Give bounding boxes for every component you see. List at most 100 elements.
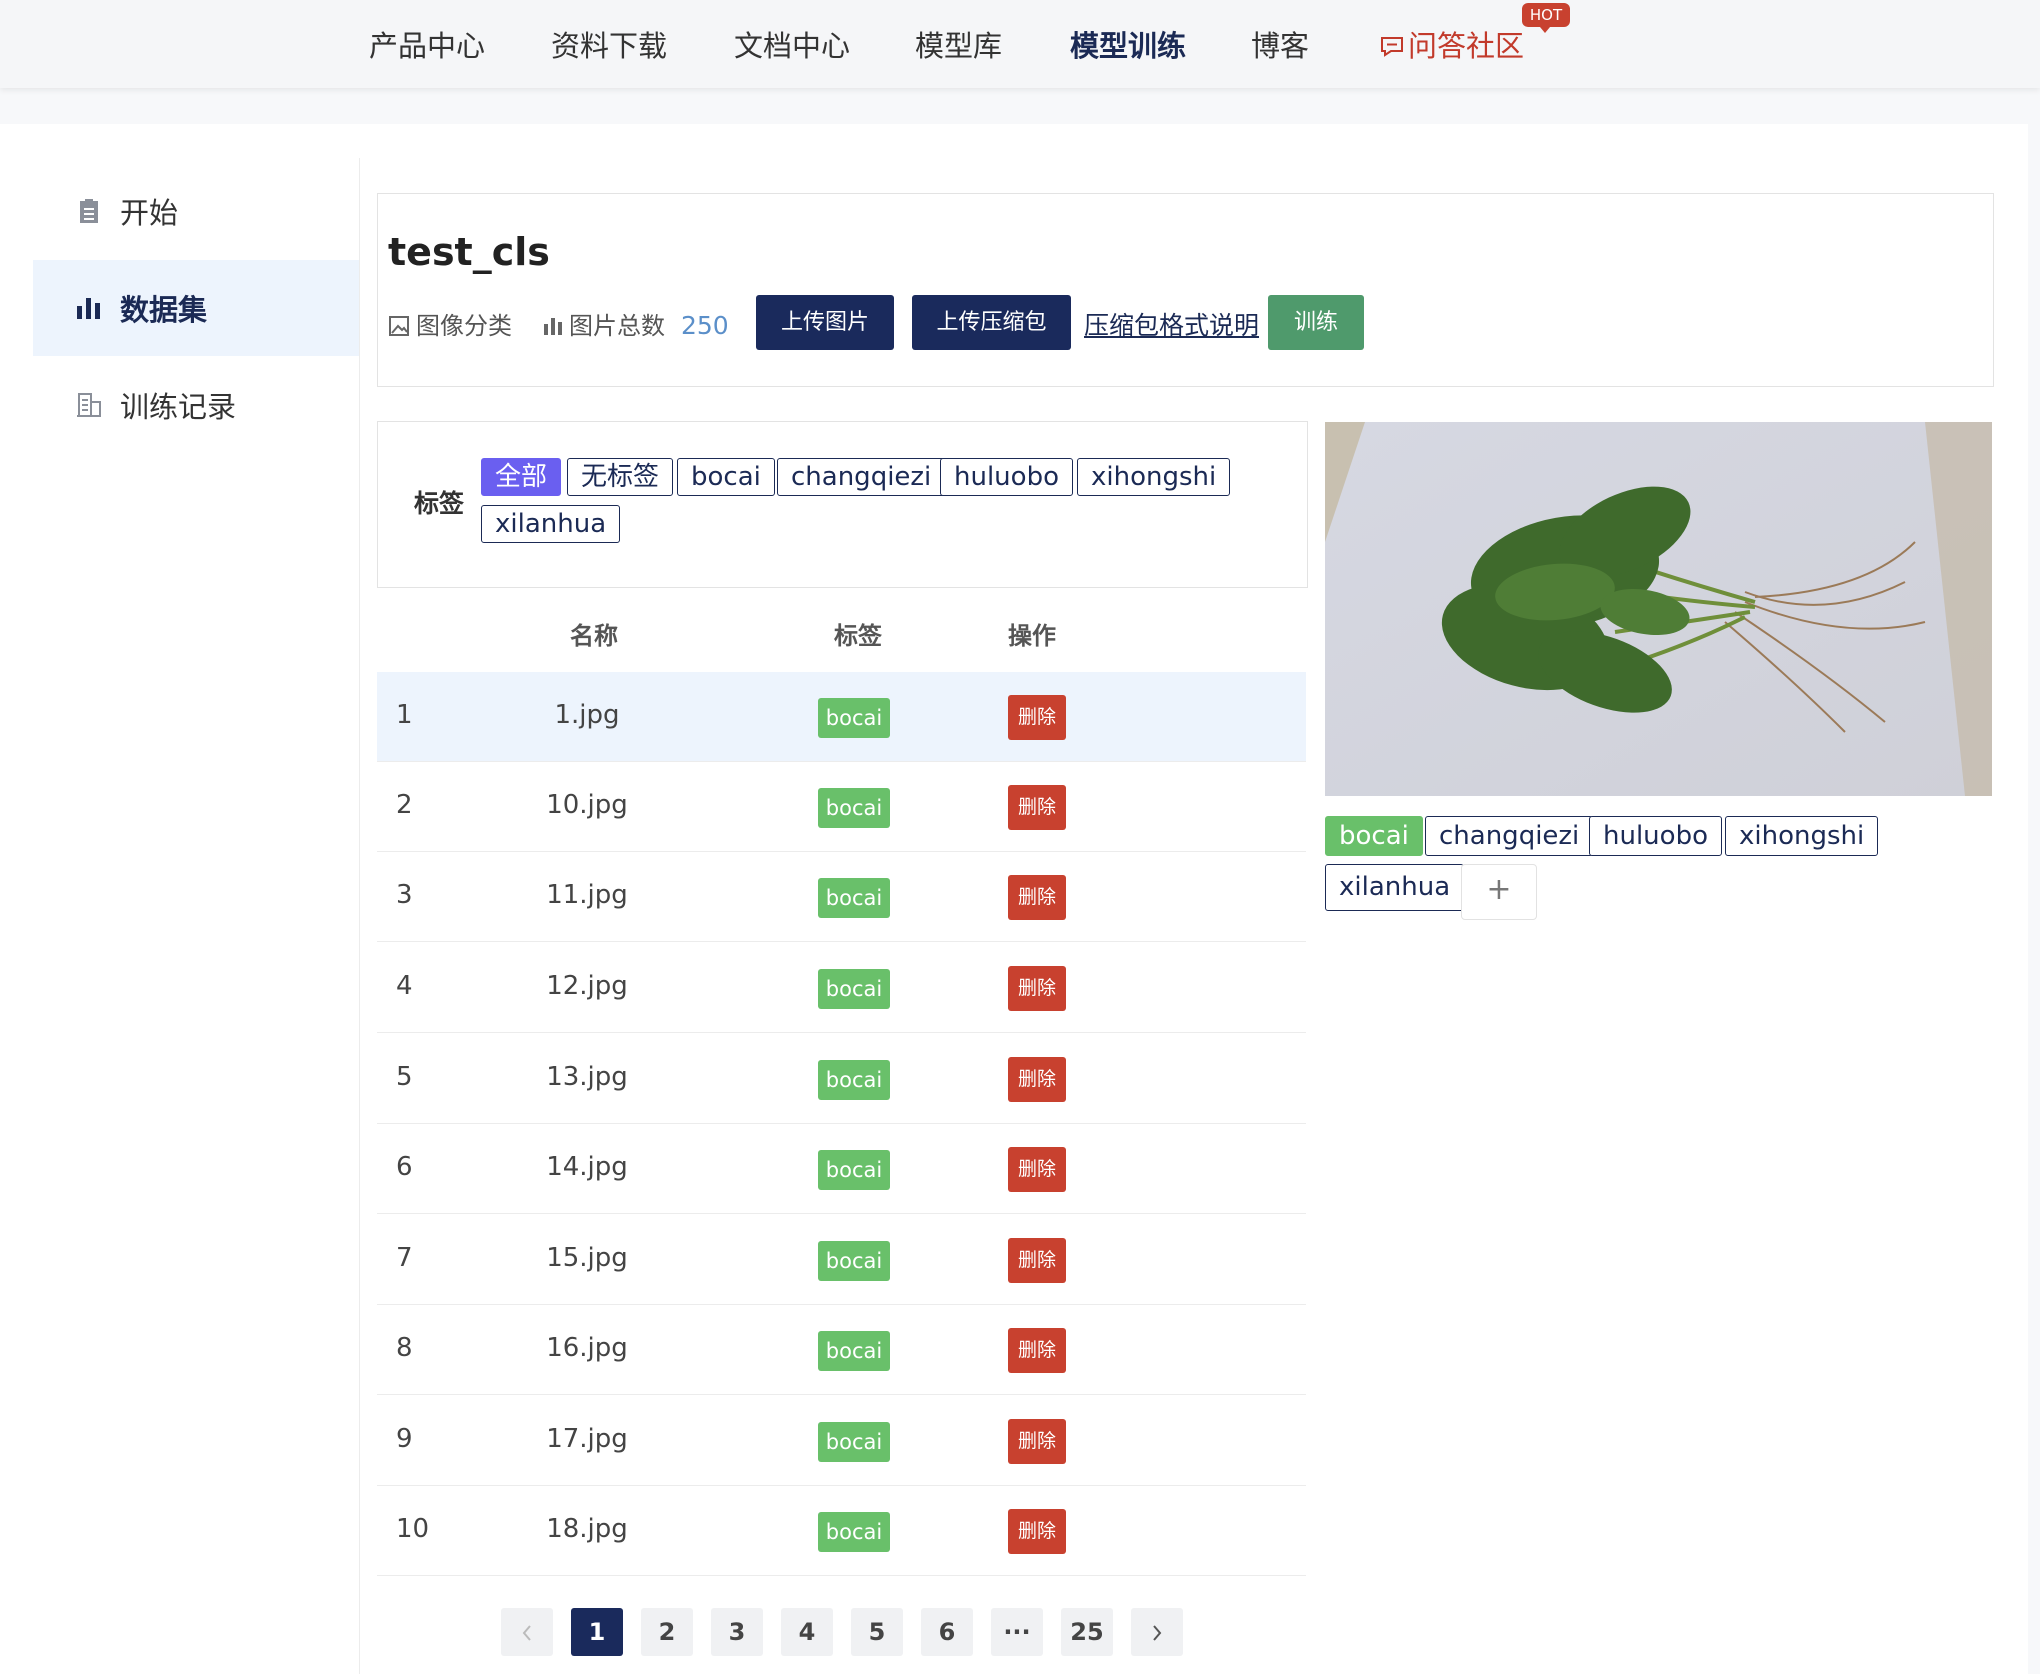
row-index: 9 bbox=[396, 1424, 413, 1454]
column-header-action: 操作 bbox=[1008, 622, 1056, 650]
preview-tag-changqiezi[interactable]: changqiezi bbox=[1425, 816, 1594, 856]
row-index: 8 bbox=[396, 1333, 413, 1363]
delete-button[interactable]: 删除 bbox=[1008, 966, 1066, 1011]
building-icon bbox=[76, 392, 102, 418]
nav-item-downloads[interactable]: 资料下载 bbox=[551, 26, 667, 66]
chevron-left-icon bbox=[522, 1625, 531, 1641]
row-filename: 1.jpg bbox=[554, 700, 620, 730]
preview-tag-huluobo[interactable]: huluobo bbox=[1589, 816, 1722, 856]
filter-chip-huluobo[interactable]: huluobo bbox=[940, 458, 1073, 496]
preview-tag-xihongshi[interactable]: xihongshi bbox=[1725, 816, 1879, 856]
tag-filter-label: 标签 bbox=[414, 489, 465, 518]
tag-filter-panel: 标签 全部 无标签 bocai changqiezi huluobo xihon… bbox=[377, 421, 1308, 588]
dataset-total-label: 图片总数 bbox=[569, 312, 665, 340]
delete-button[interactable]: 删除 bbox=[1008, 785, 1066, 830]
table-row[interactable]: 2 10.jpg bocai 删除 bbox=[377, 762, 1306, 852]
nav-item-docs[interactable]: 文档中心 bbox=[734, 26, 850, 66]
upload-images-button[interactable]: 上传图片 bbox=[756, 295, 894, 350]
column-header-name: 名称 bbox=[570, 622, 618, 650]
delete-button[interactable]: 删除 bbox=[1008, 1057, 1066, 1102]
dataset-header-card: test_cls 图像分类 图片总数 250 上传图片 上传压缩包 压缩包格式说… bbox=[377, 193, 1994, 387]
row-tag-badge: bocai bbox=[818, 969, 890, 1009]
delete-button[interactable]: 删除 bbox=[1008, 695, 1066, 740]
nav-item-community[interactable]: 问答社区 bbox=[1379, 26, 1524, 66]
filter-chip-xilanhua[interactable]: xilanhua bbox=[481, 505, 621, 543]
table-row[interactable]: 10 18.jpg bocai 删除 bbox=[377, 1486, 1306, 1576]
nav-item-blog[interactable]: 博客 bbox=[1251, 26, 1309, 66]
bar-chart-icon bbox=[76, 295, 102, 321]
filter-chip-untagged[interactable]: 无标签 bbox=[567, 458, 674, 496]
filter-chip-changqiezi[interactable]: changqiezi bbox=[777, 458, 946, 496]
train-button[interactable]: 训练 bbox=[1268, 295, 1364, 350]
row-filename: 12.jpg bbox=[546, 971, 628, 1001]
preview-tag-xilanhua[interactable]: xilanhua bbox=[1325, 864, 1465, 911]
sidebar-item-start[interactable]: 开始 bbox=[33, 163, 359, 259]
sidebar-item-dataset[interactable]: 数据集 bbox=[33, 260, 359, 356]
row-filename: 13.jpg bbox=[546, 1062, 628, 1092]
row-index: 2 bbox=[396, 790, 413, 820]
pagination-page-3[interactable]: 3 bbox=[711, 1608, 763, 1656]
image-preview bbox=[1325, 422, 1992, 796]
nav-item-model-training[interactable]: 模型训练 bbox=[1070, 26, 1186, 66]
row-tag-badge: bocai bbox=[818, 788, 890, 828]
row-index: 3 bbox=[396, 880, 413, 910]
table-row[interactable]: 8 16.jpg bocai 删除 bbox=[377, 1305, 1306, 1395]
pagination-prev-button[interactable] bbox=[501, 1608, 553, 1656]
dataset-type: 图像分类 bbox=[388, 308, 512, 344]
nav-item-products[interactable]: 产品中心 bbox=[369, 26, 485, 66]
dataset-type-label: 图像分类 bbox=[416, 312, 512, 340]
pagination-next-button[interactable] bbox=[1131, 1608, 1183, 1656]
row-index: 7 bbox=[396, 1243, 413, 1273]
table-row[interactable]: 7 15.jpg bocai 删除 bbox=[377, 1215, 1306, 1305]
row-tag-badge: bocai bbox=[818, 878, 890, 918]
zip-format-link[interactable]: 压缩包格式说明 bbox=[1084, 306, 1259, 342]
nav-item-community-label: 问答社区 bbox=[1408, 29, 1525, 63]
table-row[interactable]: 3 11.jpg bocai 删除 bbox=[377, 852, 1306, 942]
dataset-title: test_cls bbox=[388, 230, 550, 274]
sidebar-item-label: 开始 bbox=[120, 196, 179, 230]
delete-button[interactable]: 删除 bbox=[1008, 1147, 1066, 1192]
dataset-total: 图片总数 250 bbox=[543, 308, 729, 344]
image-icon bbox=[389, 316, 409, 336]
row-tag-badge: bocai bbox=[818, 1060, 890, 1100]
filter-chip-all[interactable]: 全部 bbox=[481, 458, 562, 496]
table-row[interactable]: 6 14.jpg bocai 删除 bbox=[377, 1124, 1306, 1214]
table-row[interactable]: 1 1.jpg bocai 删除 bbox=[377, 672, 1306, 762]
row-tag-badge: bocai bbox=[818, 1331, 890, 1371]
pagination-page-25[interactable]: 25 bbox=[1061, 1608, 1113, 1656]
table-row[interactable]: 9 17.jpg bocai 删除 bbox=[377, 1396, 1306, 1486]
add-tag-button[interactable]: + bbox=[1461, 864, 1537, 920]
delete-button[interactable]: 删除 bbox=[1008, 1238, 1066, 1283]
table-row[interactable]: 5 13.jpg bocai 删除 bbox=[377, 1034, 1306, 1124]
pagination-page-4[interactable]: 4 bbox=[781, 1608, 833, 1656]
filter-chip-bocai[interactable]: bocai bbox=[677, 458, 775, 496]
delete-button[interactable]: 删除 bbox=[1008, 875, 1066, 920]
delete-button[interactable]: 删除 bbox=[1008, 1509, 1066, 1554]
row-filename: 10.jpg bbox=[546, 790, 628, 820]
row-index: 1 bbox=[396, 700, 413, 730]
pagination-ellipsis[interactable]: ··· bbox=[991, 1608, 1043, 1656]
row-index: 6 bbox=[396, 1152, 413, 1182]
filter-chip-xihongshi[interactable]: xihongshi bbox=[1077, 458, 1231, 496]
delete-button[interactable]: 删除 bbox=[1008, 1419, 1066, 1464]
delete-button[interactable]: 删除 bbox=[1008, 1328, 1066, 1373]
row-filename: 15.jpg bbox=[546, 1243, 628, 1273]
pagination-page-5[interactable]: 5 bbox=[851, 1608, 903, 1656]
row-filename: 18.jpg bbox=[546, 1514, 628, 1544]
row-filename: 11.jpg bbox=[546, 880, 628, 910]
nav-item-model-zoo[interactable]: 模型库 bbox=[915, 26, 1002, 66]
sidebar-item-label: 训练记录 bbox=[120, 390, 237, 424]
row-tag-badge: bocai bbox=[818, 1422, 890, 1462]
sidebar-item-label: 数据集 bbox=[120, 293, 208, 327]
preview-tag-bocai[interactable]: bocai bbox=[1325, 816, 1423, 856]
pagination-page-1[interactable]: 1 bbox=[571, 1608, 623, 1656]
clipboard-icon bbox=[76, 198, 102, 224]
pagination-page-2[interactable]: 2 bbox=[641, 1608, 693, 1656]
table-row[interactable]: 4 12.jpg bocai 删除 bbox=[377, 943, 1306, 1033]
pagination-page-6[interactable]: 6 bbox=[921, 1608, 973, 1656]
upload-zip-button[interactable]: 上传压缩包 bbox=[912, 295, 1071, 350]
bar-chart-icon bbox=[544, 318, 562, 335]
sidebar-divider bbox=[359, 158, 360, 1674]
sidebar-item-training-records[interactable]: 训练记录 bbox=[33, 357, 359, 453]
row-index: 10 bbox=[396, 1514, 430, 1544]
